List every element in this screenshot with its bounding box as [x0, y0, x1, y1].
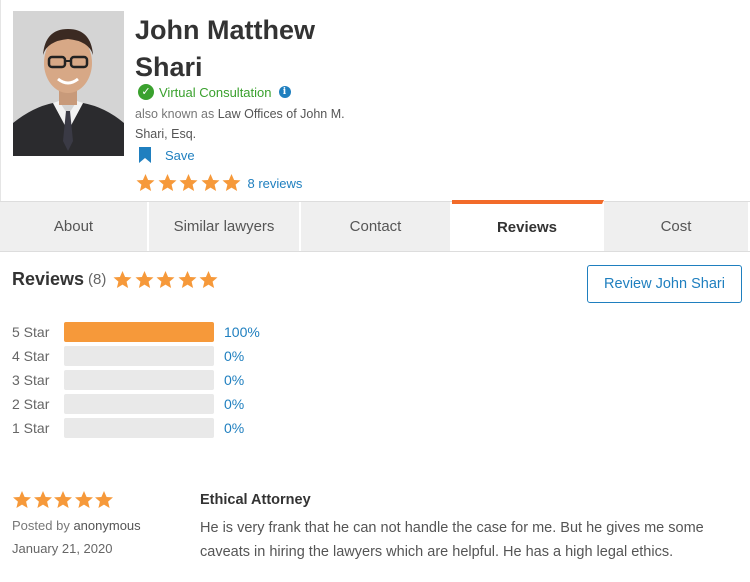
rating-percent[interactable]: 0% — [224, 372, 244, 388]
rating-bar — [64, 418, 214, 438]
virtual-consultation-label: Virtual Consultation — [159, 84, 272, 100]
star-level-label: 2 Star — [12, 396, 50, 412]
distribution-row: 4 Star 0% — [12, 344, 260, 368]
star-rating — [12, 490, 192, 510]
star-icon — [74, 491, 93, 508]
star-level-label: 5 Star — [12, 324, 50, 340]
review-date: January 21, 2020 — [12, 541, 113, 556]
review-content: Ethical Attorney He is very frank that h… — [200, 490, 730, 564]
star-icon — [135, 270, 154, 288]
tab-reviews[interactable]: Reviews — [452, 200, 604, 251]
profile-header: John Matthew Shari ✓ Virtual Consultatio… — [0, 0, 750, 201]
save-label: Save — [165, 147, 195, 163]
rating-bar — [64, 370, 214, 390]
rating-bar — [64, 322, 214, 342]
rating-percent[interactable]: 100% — [224, 324, 260, 340]
reviews-heading: Reviews (8) — [12, 269, 220, 290]
rating-bar — [64, 346, 214, 366]
star-icon — [13, 491, 31, 508]
review-posted-by: Posted by anonymous — [12, 518, 192, 533]
review-author: anonymous — [73, 518, 141, 533]
star-level-label: 1 Star — [12, 420, 50, 436]
tab-contact[interactable]: Contact — [301, 202, 452, 251]
profile-tabs: About Similar lawyers Contact Reviews Cost — [0, 200, 750, 252]
star-icon — [113, 270, 132, 288]
rating-bar — [64, 394, 214, 414]
save-button[interactable]: Save — [139, 147, 195, 163]
star-icon — [95, 491, 113, 508]
tab-about[interactable]: About — [0, 202, 149, 251]
star-icon — [199, 270, 218, 288]
tab-cost[interactable]: Cost — [604, 202, 750, 251]
distribution-row: 2 Star 0% — [12, 392, 260, 416]
star-level-label: 4 Star — [12, 348, 50, 364]
lawyer-name: John Matthew Shari — [135, 15, 315, 82]
rating-percent[interactable]: 0% — [224, 396, 244, 412]
info-icon[interactable]: i — [278, 86, 291, 98]
check-circle-icon: ✓ — [138, 84, 154, 100]
star-icon — [54, 491, 72, 508]
star-icon — [179, 174, 198, 191]
distribution-row: 3 Star 0% — [12, 368, 260, 392]
star-rating — [112, 270, 220, 290]
review-meta: Posted by anonymous January 21, 2020 — [12, 490, 192, 556]
rating-bar-fill — [64, 322, 214, 342]
star-icon — [158, 174, 176, 191]
star-icon — [178, 270, 197, 288]
posted-prefix: Posted by — [12, 518, 70, 533]
star-icon — [156, 270, 175, 288]
reviews-title: Reviews — [12, 269, 85, 289]
virtual-consultation-badge: ✓ Virtual Consultation i — [138, 84, 291, 100]
also-known-as: also known as Law Offices of John M. Sha… — [135, 104, 365, 144]
rating-distribution: 5 Star 100% 4 Star 0% 3 Star 0% 2 Star 0% 1 Star… — [12, 320, 260, 440]
distribution-row: 5 Star 100% — [12, 320, 260, 344]
write-review-button[interactable]: Review John Shari — [587, 265, 742, 303]
tab-similar-lawyers[interactable]: Similar lawyers — [149, 202, 301, 251]
star-level-label: 3 Star — [12, 372, 50, 388]
rating-percent[interactable]: 0% — [224, 348, 244, 364]
distribution-row: 1 Star 0% — [12, 416, 260, 440]
bookmark-icon — [139, 147, 151, 163]
star-icon — [33, 491, 52, 508]
header-rating: 8 reviews — [135, 173, 302, 193]
star-icon — [136, 174, 155, 191]
review-title: Ethical Attorney — [200, 492, 311, 508]
star-icon — [222, 174, 241, 191]
reviews-count: (8) — [88, 271, 107, 288]
reviews-count-link[interactable]: 8 reviews — [248, 176, 303, 191]
rating-percent[interactable]: 0% — [224, 420, 244, 436]
profile-photo — [13, 11, 124, 156]
star-icon — [201, 174, 219, 191]
aka-prefix: also known as — [135, 107, 215, 121]
star-rating — [135, 173, 243, 193]
review-body: He is very frank that he can not handle … — [200, 520, 704, 560]
